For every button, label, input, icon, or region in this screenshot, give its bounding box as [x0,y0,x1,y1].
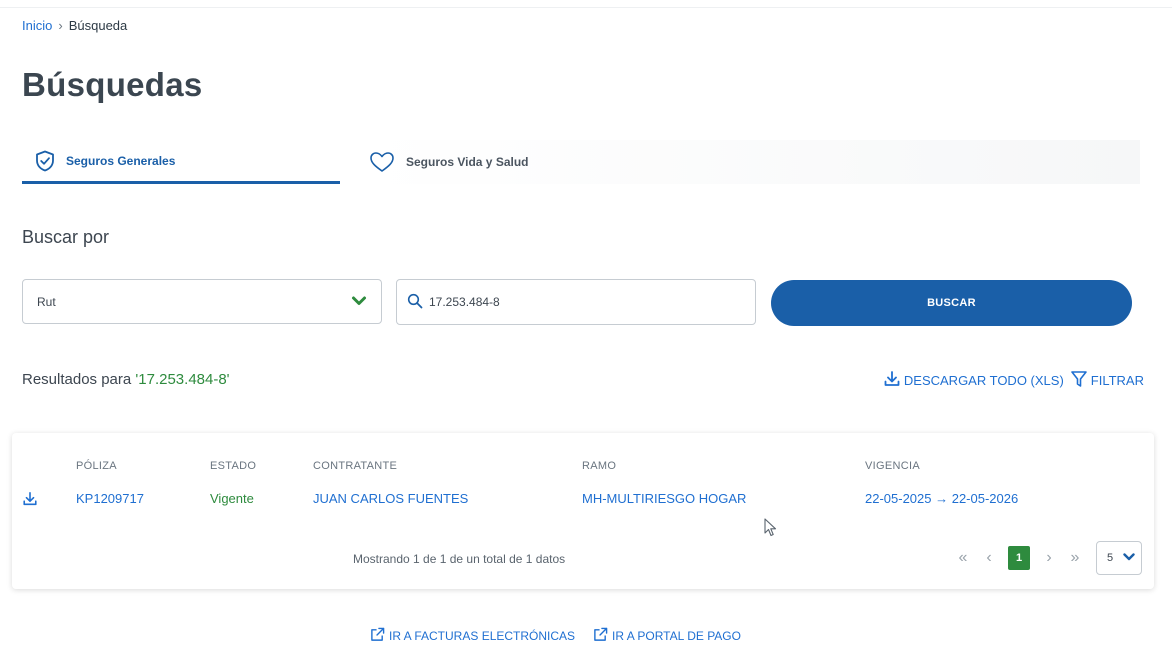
heart-icon [368,151,396,173]
page-size-select[interactable]: 5 [1096,541,1142,575]
filter-label: FILTRAR [1090,373,1144,388]
search-icon [407,293,423,312]
breadcrumb-separator: › [58,18,63,33]
search-type-value: Rut [37,294,56,309]
page-title: Búsquedas [22,66,203,103]
pagination: « ‹ 1 › » 5 [950,541,1142,575]
search-input[interactable] [429,295,729,309]
breadcrumb-home-link[interactable]: Inicio [22,18,52,33]
download-all-label: DESCARGAR TODO (XLS) [903,373,1064,388]
results-actions: DESCARGAR TODO (XLS) FILTRAR [883,370,1144,391]
portal-pago-link[interactable]: IR A PORTAL DE PAGO [593,627,741,645]
current-page-button[interactable]: 1 [1008,546,1030,570]
page-size-value: 5 [1107,552,1114,564]
cell-poliza[interactable]: KP1209717 [76,491,144,506]
filter-button[interactable]: FILTRAR [1070,370,1144,391]
download-all-button[interactable]: DESCARGAR TODO (XLS) [883,370,1064,391]
tab-seguros-vida-salud[interactable]: Seguros Vida y Salud [368,140,1140,184]
column-header-contratante: CONTRATANTE [313,460,398,472]
column-header-estado: ESTADO [210,460,257,472]
search-button[interactable]: BUSCAR [771,280,1132,326]
results-label: Resultados para '17.253.484-8' [22,371,230,388]
results-prefix: Resultados para [22,371,136,388]
top-divider [0,0,1172,8]
filter-icon [1070,370,1088,391]
external-link-icon [370,627,385,645]
footer-links: IR A FACTURAS ELECTRÓNICAS IR A PORTAL D… [370,627,741,645]
results-summary: Mostrando 1 de 1 de un total de 1 datos [353,552,566,566]
tab-seguros-generales-label: Seguros Generales [66,153,176,168]
last-page-button[interactable]: » [1062,543,1088,573]
tab-seguros-generales[interactable]: Seguros Generales [22,140,340,184]
chevron-down-icon [351,294,367,311]
breadcrumb: Inicio › Búsqueda [22,18,127,33]
chevron-down-icon [1123,552,1135,565]
prev-page-button[interactable]: ‹ [976,543,1002,573]
tab-seguros-vida-salud-label: Seguros Vida y Salud [406,155,529,169]
column-header-vigencia: VIGENCIA [865,460,920,472]
cell-ramo: MH-MULTIRIESGO HOGAR [582,491,747,506]
cell-contratante: JUAN CARLOS FUENTES [313,491,469,506]
external-link-icon [593,627,608,645]
search-by-label: Buscar por [22,227,110,247]
column-header-ramo: RAMO [582,460,617,472]
cell-estado: Vigente [210,491,254,506]
row-download-icon[interactable] [22,491,38,512]
next-page-button[interactable]: › [1036,543,1062,573]
facturas-link-label: IR A FACTURAS ELECTRÓNICAS [389,629,576,643]
product-tabs: Seguros Generales Seguros Vida y Salud [22,140,1140,186]
first-page-button[interactable]: « [950,543,976,573]
results-table-card: PÓLIZA ESTADO CONTRATANTE RAMO VIGENCIA … [12,433,1154,589]
search-type-select[interactable]: Rut [22,279,382,324]
shield-check-icon [34,150,56,172]
mouse-cursor-icon [764,518,778,543]
download-icon [883,370,901,391]
facturas-link[interactable]: IR A FACTURAS ELECTRÓNICAS [370,627,575,645]
search-field[interactable] [396,279,756,325]
cell-vigencia: 22-05-2025 → 22-05-2026 [865,491,1019,506]
column-header-poliza: PÓLIZA [76,460,117,472]
breadcrumb-current: Búsqueda [68,18,128,33]
results-term: '17.253.484-8' [135,371,230,388]
portal-pago-link-label: IR A PORTAL DE PAGO [612,629,741,643]
